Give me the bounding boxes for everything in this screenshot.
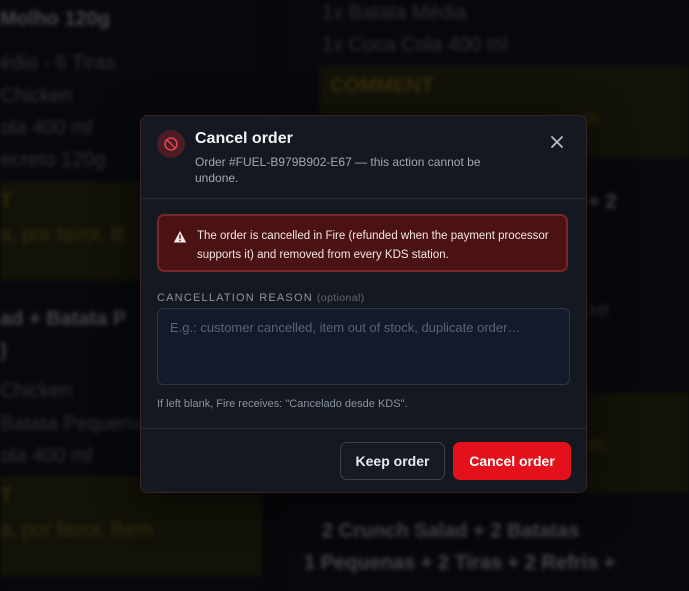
cancel-order-dialog: Cancel order Order #FUEL-B979B902-E67 — …	[140, 115, 587, 493]
keep-order-button[interactable]: Keep order	[340, 442, 445, 480]
cancellation-warning: The order is cancelled in Fire (refunded…	[157, 214, 568, 272]
warning-text: The order is cancelled in Fire (refunded…	[197, 230, 549, 261]
warning-icon	[173, 231, 187, 243]
close-icon	[551, 136, 563, 148]
reason-label: CANCELLATION REASON (optional)	[157, 292, 365, 304]
reason-label-text: CANCELLATION REASON	[157, 292, 313, 304]
reason-optional-hint: (optional)	[316, 292, 365, 304]
dialog-header: Cancel order Order #FUEL-B979B902-E67 — …	[141, 116, 586, 199]
dialog-footer: Keep order Cancel order	[141, 428, 586, 493]
close-button[interactable]	[547, 132, 567, 152]
reason-help-text: If left blank, Fire receives: "Cancelado…	[157, 398, 408, 410]
ban-icon	[157, 130, 185, 158]
confirm-cancel-order-button[interactable]: Cancel order	[453, 442, 571, 480]
dialog-title: Cancel order	[195, 130, 293, 147]
dialog-subtitle: Order #FUEL-B979B902-E67 — this action c…	[195, 155, 481, 185]
cancellation-reason-input[interactable]	[157, 308, 570, 385]
